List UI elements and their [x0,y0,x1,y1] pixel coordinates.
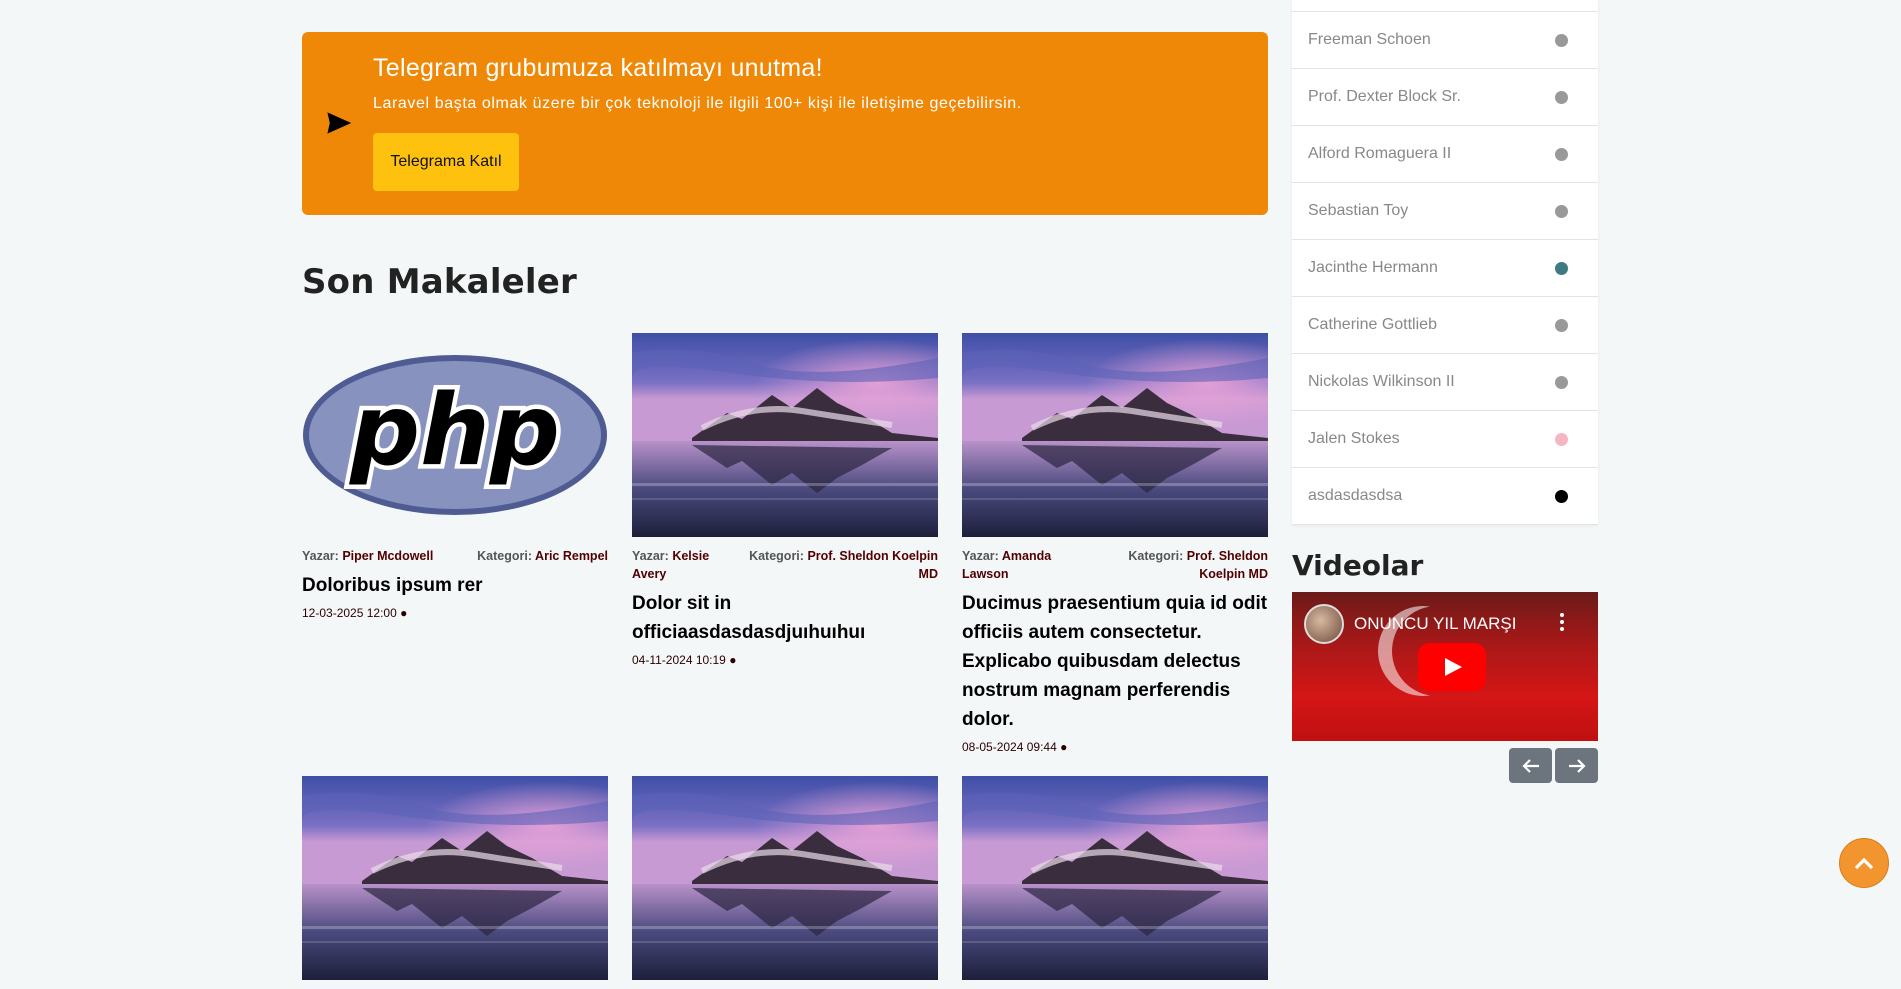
section-title: Son Makaleler [302,262,578,302]
landscape-image[interactable] [962,333,1268,537]
category-link[interactable]: Prof. Sheldon Koelpin MD [1187,549,1268,581]
svg-text:php: php [349,374,560,488]
list-item[interactable]: Sebastian Toy [1292,183,1598,240]
article-meta: Yazar: Kelsie Avery Kategori: Prof. Shel… [632,549,938,581]
user-list: Freeman Schoen Prof. Dexter Block Sr. Al… [1292,0,1598,525]
category-link[interactable]: Prof. Sheldon Koelpin MD [807,549,938,581]
landscape-image[interactable] [632,333,938,537]
article-meta: Yazar: Piper Mcdowell Kategori: Aric Rem… [302,549,608,563]
status-dot [1555,147,1568,161]
play-button[interactable] [1418,643,1486,691]
article-title[interactable]: Dolor sit in officiaasdasdasdjuıhuıhuı [632,589,938,647]
list-item[interactable]: asdasdasdsa [1292,468,1598,525]
article-meta: Yazar: Amanda Lawson Kategori: Prof. She… [962,549,1268,581]
status-dot [1555,33,1568,47]
landscape-image[interactable] [962,776,1268,980]
status-dot [1555,90,1568,104]
landscape-image[interactable] [632,776,938,980]
status-dot [1555,204,1568,218]
telegram-banner: Telegram grubumuza katılmayı unutma! Lar… [302,32,1268,215]
status-dot [1555,375,1568,389]
status-dot [1555,318,1568,332]
article-card[interactable]: Yazar: Kelsie Avery Kategori: Prof. Shel… [632,333,938,667]
list-item[interactable]: Jalen Stokes [1292,411,1598,468]
list-item[interactable]: Alford Romaguera II [1292,126,1598,183]
list-item[interactable]: Catherine Gottlieb [1292,297,1598,354]
php-logo-image[interactable]: php php [302,333,608,537]
video-title[interactable]: ONUNCU YIL MARŞI [1354,614,1516,634]
landscape-image[interactable] [302,776,608,980]
article-card[interactable]: Yazar: Amanda Lawson Kategori: Prof. She… [962,333,1268,754]
video-player[interactable]: ONUNCU YIL MARŞI [1292,592,1598,741]
article-date: 08-05-2024 09:44 ● [962,740,1068,754]
article-date: 12-03-2025 12:00 ● [302,606,408,620]
banner-subtitle: Laravel başta olmak üzere bir çok teknol… [373,95,1022,112]
arrow-right-icon [1568,758,1586,773]
article-date: 04-11-2024 10:19 ● [632,653,737,667]
status-dot [1555,432,1568,446]
article-card[interactable]: php php Yazar: Piper Mcdowell Kategori: … [302,333,608,620]
article-title[interactable]: Doloribus ipsum rer [302,571,608,600]
arrow-left-icon [1521,758,1539,773]
list-item[interactable]: Jacinthe Hermann [1292,240,1598,297]
send-icon [327,112,352,134]
prev-video-button[interactable] [1509,748,1552,783]
list-item[interactable]: Prof. Dexter Block Sr. [1292,69,1598,126]
channel-avatar[interactable] [1304,604,1344,644]
join-telegram-button[interactable]: Telegrama Katıl [373,133,519,191]
author-link[interactable]: Piper Mcdowell [342,549,433,563]
scroll-to-top-button[interactable] [1839,838,1889,888]
list-item [1292,0,1598,12]
more-vert-icon[interactable] [1560,612,1564,632]
next-video-button[interactable] [1555,748,1598,783]
videos-title: Videolar [1292,549,1424,582]
list-item[interactable]: Freeman Schoen [1292,12,1598,69]
article-title[interactable]: Ducimus praesentium quia id odit officii… [962,589,1268,734]
status-dot [1555,261,1568,275]
banner-title: Telegram grubumuza katılmayı unutma! [373,54,823,82]
list-item[interactable]: Nickolas Wilkinson II [1292,354,1598,411]
chevron-up-icon [1854,857,1874,870]
status-dot [1555,489,1568,503]
category-link[interactable]: Aric Rempel [535,549,608,563]
